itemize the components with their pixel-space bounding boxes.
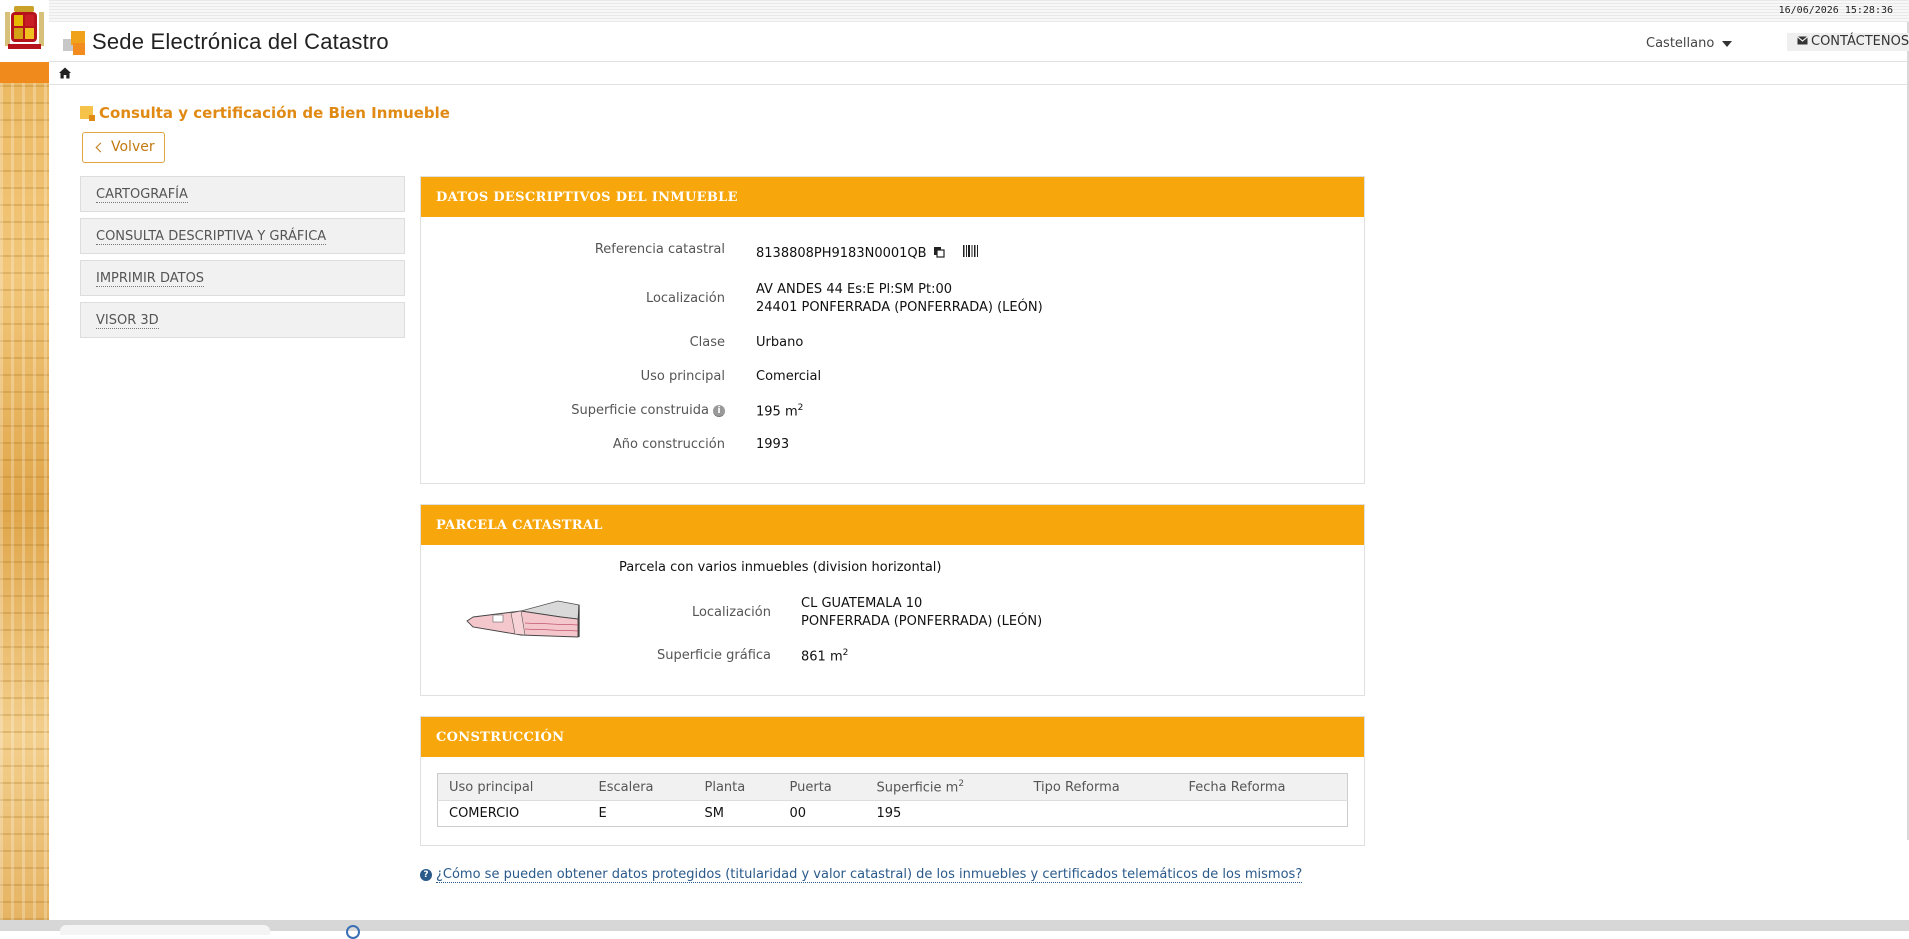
circle-icon bbox=[346, 925, 360, 939]
ref-catastral-row: 8138808PH9183N0001QB bbox=[756, 245, 979, 261]
contact-button[interactable]: CONTÁCTENOS bbox=[1787, 33, 1909, 51]
col-superficie: Superficie m2 bbox=[865, 773, 1023, 801]
superficie-construida-label: Superficie construida i bbox=[571, 403, 725, 418]
coat-of-arms-icon bbox=[5, 6, 44, 49]
chevron-left-icon bbox=[95, 142, 106, 153]
help-link-text: ¿Cómo se pueden obtener datos protegidos… bbox=[436, 867, 1303, 883]
menu-item-visor-3d[interactable]: VISOR 3D bbox=[80, 302, 405, 338]
side-menu: CARTOGRAFÍA CONSULTA DESCRIPTIVA Y GRÁFI… bbox=[80, 176, 405, 344]
menu-item-cartografia[interactable]: CARTOGRAFÍA bbox=[80, 176, 405, 212]
localizacion-label: Localización bbox=[645, 291, 725, 306]
table-header-row: Uso principal Escalera Planta Puerta Sup… bbox=[437, 773, 1348, 801]
breadcrumb bbox=[49, 62, 1907, 85]
home-icon[interactable] bbox=[59, 67, 71, 79]
localizacion-line2: 24401 PONFERRADA (PONFERRADA) (LEÓN) bbox=[756, 300, 1043, 315]
superficie-grafica-label: Superficie gráfica bbox=[656, 648, 771, 663]
side-banner bbox=[0, 0, 49, 920]
col-puerta: Puerta bbox=[778, 773, 866, 801]
cell-fecha-reforma bbox=[1178, 801, 1348, 827]
unit-exponent: 2 bbox=[958, 778, 965, 789]
ref-catastral-label: Referencia catastral bbox=[594, 242, 725, 257]
uso-principal-label: Uso principal bbox=[640, 369, 725, 384]
parcela-localizacion-label: Localización bbox=[691, 605, 771, 620]
col-escalera: Escalera bbox=[587, 773, 694, 801]
clase-value: Urbano bbox=[756, 335, 804, 350]
localizacion-line1: AV ANDES 44 Es:E Pl:SM Pt:00 bbox=[756, 282, 952, 297]
page-title: Consulta y certificación de Bien Inmuebl… bbox=[80, 104, 450, 122]
unit-exponent: 2 bbox=[797, 403, 804, 413]
menu-item-imprimir-datos[interactable]: IMPRIMIR DATOS bbox=[80, 260, 405, 296]
back-button[interactable]: Volver bbox=[82, 132, 165, 163]
panel-construccion: CONSTRUCCIÓN Uso principal Escalera Plan… bbox=[420, 716, 1365, 846]
language-select[interactable]: Castellano bbox=[1646, 36, 1733, 51]
site-header: Sede Electrónica del Catastro Castellano… bbox=[49, 22, 1909, 62]
superficie-construida-text: Superficie construida bbox=[571, 403, 709, 418]
parcel-map-thumbnail[interactable] bbox=[463, 597, 589, 649]
copy-icon[interactable] bbox=[933, 246, 945, 258]
parcela-subtitle: Parcela con varios inmuebles (division h… bbox=[619, 560, 942, 575]
help-link[interactable]: ? ¿Cómo se pueden obtener datos protegido… bbox=[420, 867, 1303, 883]
anio-construccion-label: Año construcción bbox=[612, 437, 725, 452]
spain-coat-of-arms-logo bbox=[0, 0, 49, 62]
top-strip: 16/06/2026 15:28:36 bbox=[49, 0, 1909, 22]
col-tipo-reforma: Tipo Reforma bbox=[1022, 773, 1178, 801]
bottom-bar bbox=[0, 920, 1909, 939]
caret-down-icon bbox=[1722, 40, 1733, 47]
menu-item-label: CONSULTA DESCRIPTIVA Y GRÁFICA bbox=[96, 229, 327, 245]
datetime-display: 16/06/2026 15:28:36 bbox=[1778, 5, 1893, 16]
superficie-grafica-text: 861 m bbox=[801, 649, 843, 665]
parcela-localizacion-line1: CL GUATEMALA 10 bbox=[801, 596, 923, 611]
page-title-text: Consulta y certificación de Bien Inmuebl… bbox=[99, 104, 450, 122]
catastro-logo-icon bbox=[63, 31, 87, 55]
superficie-grafica-value: 861 m2 bbox=[801, 648, 848, 664]
cell-escalera: E bbox=[598, 806, 607, 821]
construccion-table: Uso principal Escalera Planta Puerta Sup… bbox=[437, 773, 1348, 827]
menu-item-consulta-descriptiva[interactable]: CONSULTA DESCRIPTIVA Y GRÁFICA bbox=[80, 218, 405, 254]
cell-superficie: 195 bbox=[876, 806, 902, 821]
envelope-icon bbox=[1797, 36, 1808, 45]
panel-parcela-catastral: PARCELA CATASTRAL Parcela con varios inm… bbox=[420, 504, 1365, 696]
col-superficie-text: Superficie m bbox=[876, 780, 959, 796]
menu-item-label: VISOR 3D bbox=[96, 313, 159, 329]
col-fecha-reforma: Fecha Reforma bbox=[1177, 773, 1348, 801]
menu-item-label: IMPRIMIR DATOS bbox=[96, 271, 205, 287]
col-planta: Planta bbox=[693, 773, 779, 801]
section-square-icon bbox=[80, 106, 95, 121]
col-uso-principal: Uso principal bbox=[437, 773, 588, 801]
cell-uso-principal: COMERCIO bbox=[449, 806, 520, 821]
question-icon: ? bbox=[420, 869, 432, 881]
superficie-construida-value: 195 m2 bbox=[756, 403, 803, 419]
cell-planta: SM bbox=[704, 806, 724, 821]
clase-label: Clase bbox=[689, 335, 725, 350]
panel-construccion-title: CONSTRUCCIÓN bbox=[421, 717, 1364, 757]
panel-parcela-title: PARCELA CATASTRAL bbox=[421, 505, 1364, 545]
anio-construccion-value: 1993 bbox=[756, 437, 790, 452]
cell-tipo-reforma bbox=[1023, 801, 1178, 827]
info-icon[interactable]: i bbox=[713, 405, 725, 417]
bottom-tab bbox=[60, 925, 270, 935]
ref-catastral-value: 8138808PH9183N0001QB bbox=[756, 246, 927, 261]
menu-item-label: CARTOGRAFÍA bbox=[96, 187, 188, 203]
site-title[interactable]: Sede Electrónica del Catastro bbox=[92, 29, 389, 55]
panel-datos-descriptivos: DATOS DESCRIPTIVOS DEL INMUEBLE Referenc… bbox=[420, 176, 1365, 484]
barcode-icon[interactable] bbox=[962, 245, 979, 258]
cell-puerta: 00 bbox=[789, 806, 807, 821]
panel-datos-title: DATOS DESCRIPTIVOS DEL INMUEBLE bbox=[421, 177, 1364, 217]
back-button-label: Volver bbox=[111, 139, 155, 155]
side-orange-tab bbox=[0, 62, 49, 83]
language-label: Castellano bbox=[1646, 36, 1715, 51]
contact-label: CONTÁCTENOS bbox=[1811, 34, 1909, 49]
superficie-value-text: 195 m bbox=[756, 404, 798, 420]
table-row: COMERCIO E SM 00 195 bbox=[438, 801, 1348, 827]
unit-exponent: 2 bbox=[842, 648, 849, 658]
uso-principal-value: Comercial bbox=[756, 369, 822, 384]
parcela-localizacion-line2: PONFERRADA (PONFERRADA) (LEÓN) bbox=[801, 614, 1043, 629]
